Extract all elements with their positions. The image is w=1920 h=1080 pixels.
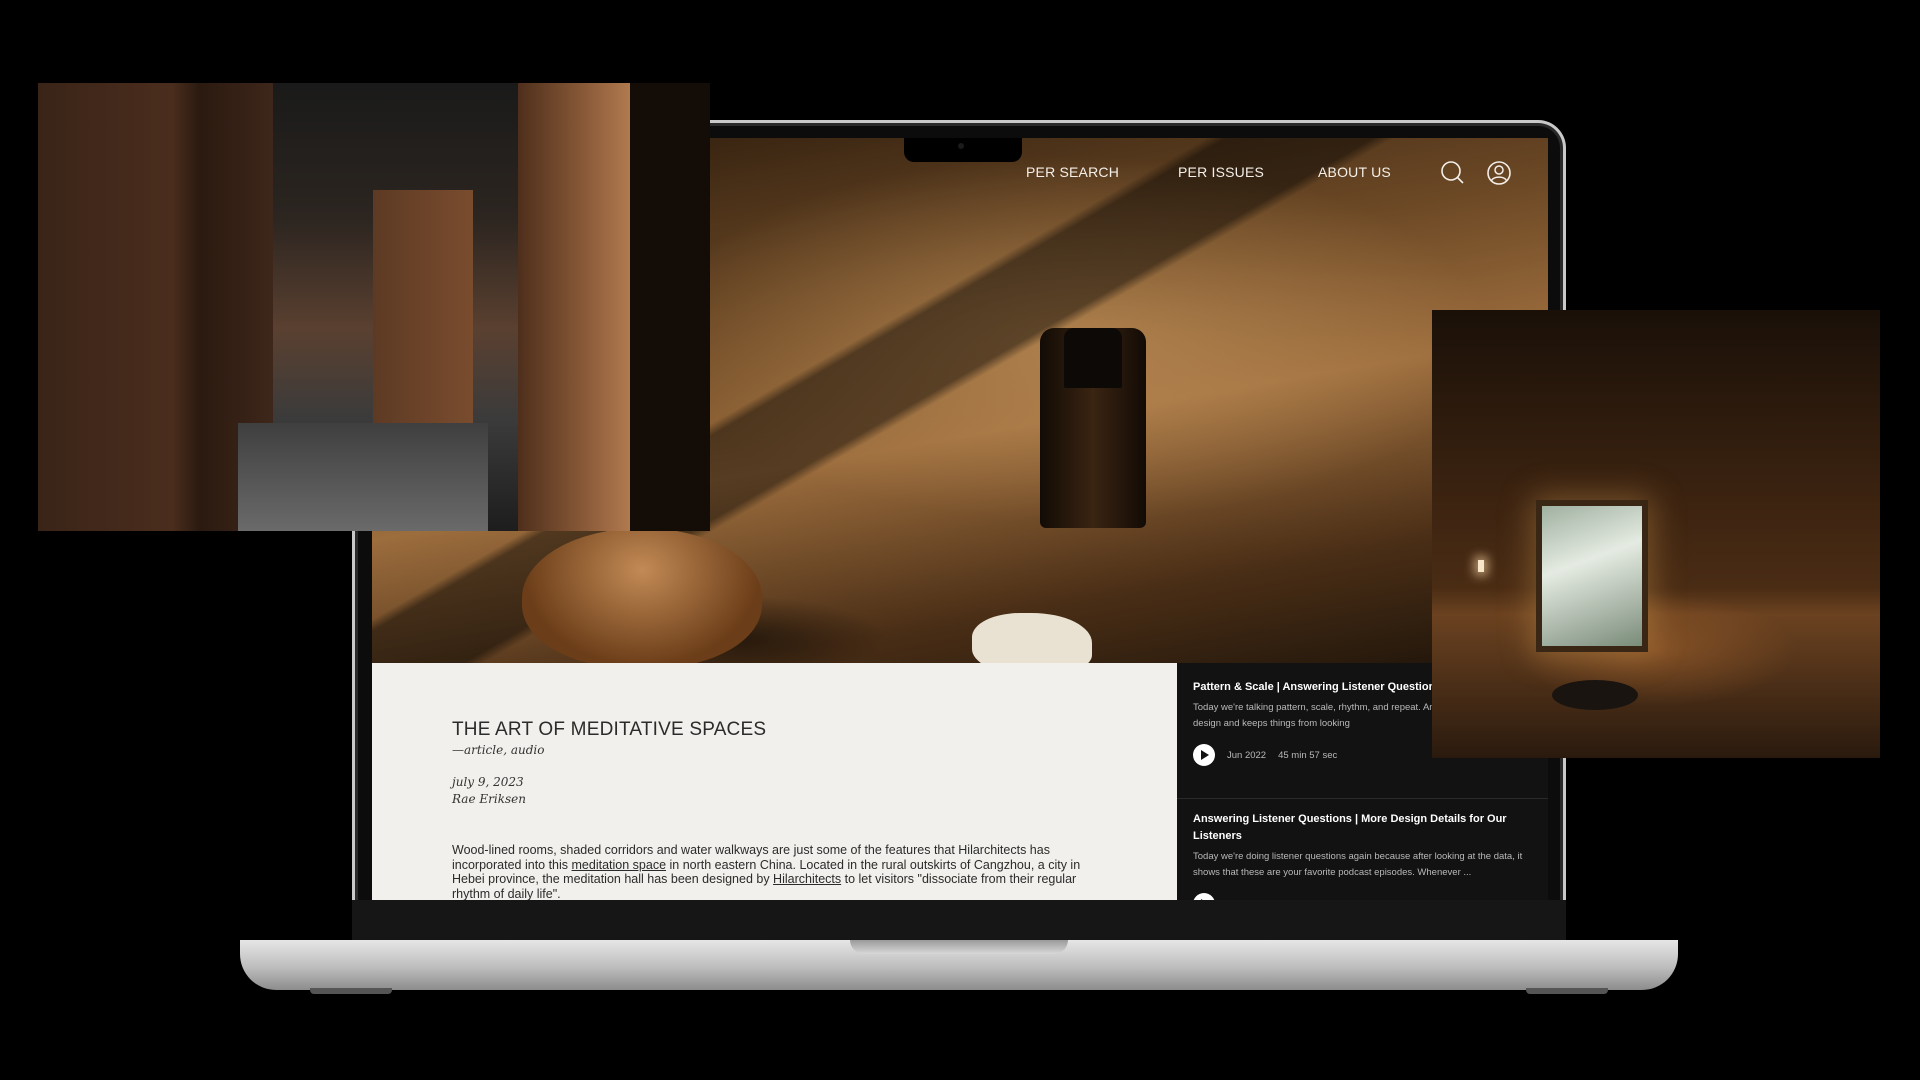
nav-about-us[interactable]: ABOUT US (1318, 164, 1391, 180)
room-window (1542, 506, 1642, 646)
play-icon[interactable] (1193, 893, 1215, 900)
article-panel: THE ART OF MEDITATIVE SPACES —article, a… (372, 663, 1177, 900)
meditation-space-link[interactable]: meditation space (572, 858, 667, 872)
episode-title: Answering Listener Questions | More Desi… (1193, 813, 1507, 842)
camera-notch (904, 138, 1022, 162)
hero-bottle-cap (1064, 328, 1122, 388)
search-icon[interactable] (1440, 160, 1466, 186)
episode-description: Today we're doing listener questions aga… (1193, 851, 1523, 878)
laptop-foot (1526, 988, 1608, 994)
corridor-walkway (238, 423, 488, 531)
episode-divider (1177, 798, 1548, 799)
nav-per-search[interactable]: PER SEARCH (1026, 164, 1119, 180)
laptop-thumb-notch (850, 940, 1068, 954)
hilarchitects-link[interactable]: Hilarchitects (773, 872, 841, 886)
laptop-foot (310, 988, 392, 994)
article-type: —article, audio (452, 743, 545, 757)
room-cushion (1552, 680, 1638, 710)
nav-per-issues[interactable]: PER ISSUES (1178, 164, 1264, 180)
episode-meta (1193, 893, 1533, 900)
camera-icon (958, 143, 964, 149)
room-lamp (1478, 560, 1484, 572)
corridor-wall-panel (373, 190, 473, 423)
corridor-shadow (630, 83, 710, 531)
article-date: july 9, 2023 (452, 775, 524, 789)
play-icon[interactable] (1193, 744, 1215, 766)
episode-duration: 45 min 57 sec (1278, 749, 1338, 761)
article-author: Rae Eriksen (452, 792, 526, 806)
corridor-photo (38, 83, 710, 531)
corridor-wood-wall (518, 83, 630, 531)
article-body: Wood-lined rooms, shaded corridors and w… (452, 843, 1092, 900)
episode-date: Jun 2022 (1227, 749, 1267, 761)
top-nav: PER SEARCH PER ISSUES ABOUT US (372, 161, 1548, 186)
hero-bowl (522, 528, 762, 668)
meditation-room-photo (1432, 310, 1880, 758)
podcast-episode[interactable]: Answering Listener Questions | More Desi… (1193, 811, 1533, 900)
article-title: THE ART OF MEDITATIVE SPACES (452, 719, 767, 740)
laptop-bezel (352, 900, 1566, 942)
user-icon[interactable] (1486, 160, 1512, 186)
